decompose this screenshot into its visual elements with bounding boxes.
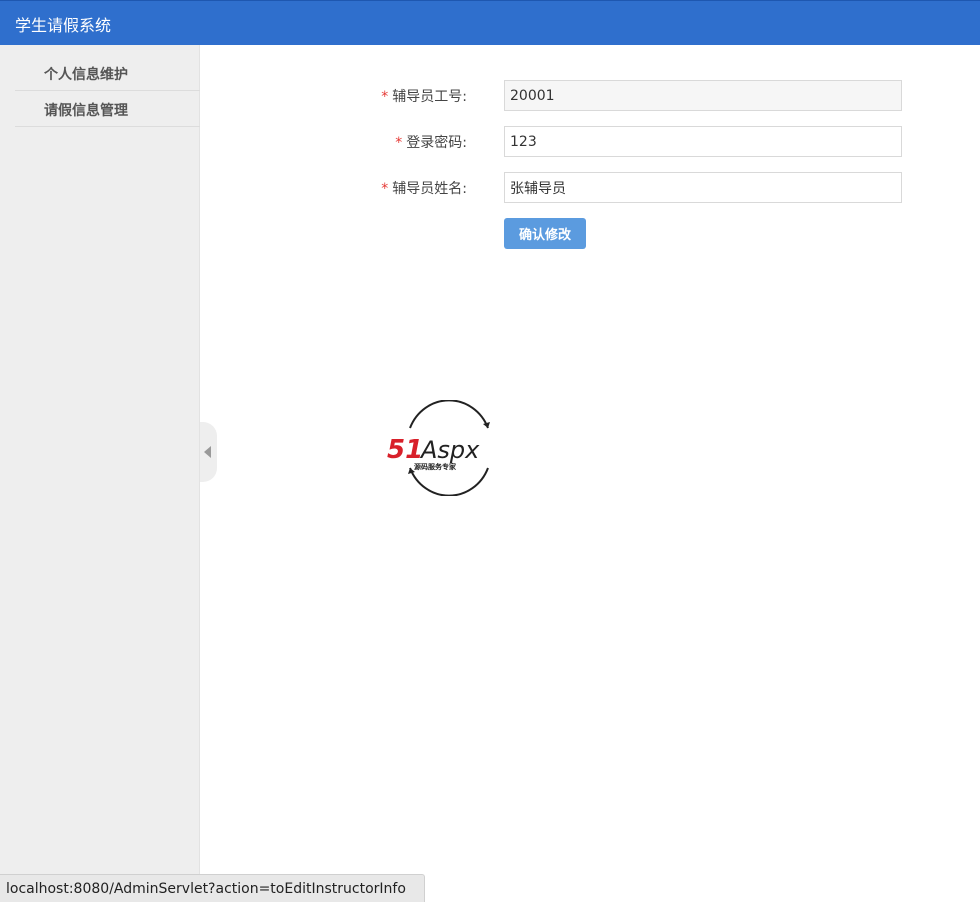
field-label-staff-id: * 辅导员工号: (381, 89, 467, 105)
field-label-password: * 登录密码: (395, 135, 467, 151)
sidebar-item-label: 请假信息管理 (44, 103, 128, 119)
staff-id-input[interactable] (504, 80, 902, 111)
required-mark: * (381, 181, 389, 197)
logo-number: 51 (387, 435, 423, 465)
logo-tagline: 源码服务专家 (414, 462, 457, 471)
required-mark: * (395, 135, 403, 151)
sidebar-item-personal-info[interactable]: 个人信息维护 (15, 55, 200, 91)
field-label-name: * 辅导员姓名: (381, 181, 467, 197)
logo-text: Aspx (419, 436, 480, 464)
required-mark: * (381, 89, 389, 105)
sidebar-collapse-handle[interactable] (200, 422, 217, 482)
sidebar-item-label: 个人信息维护 (44, 67, 128, 83)
watermark-logo: 51 Aspx 源码服务专家 (384, 399, 514, 497)
sidebar-item-leave-management[interactable]: 请假信息管理 (15, 91, 200, 127)
status-url: localhost:8080/AdminServlet?action=toEdi… (6, 881, 406, 897)
password-input[interactable] (504, 126, 902, 157)
app-title: 学生请假系统 (15, 16, 112, 35)
sidebar: 个人信息维护 请假信息管理 (0, 45, 200, 902)
browser-status-bar: localhost:8080/AdminServlet?action=toEdi… (0, 874, 425, 902)
confirm-edit-button[interactable]: 确认修改 (504, 218, 586, 249)
name-input[interactable] (504, 172, 902, 203)
top-header-bar: 学生请假系统 (0, 0, 980, 45)
chevron-left-icon (204, 446, 211, 458)
